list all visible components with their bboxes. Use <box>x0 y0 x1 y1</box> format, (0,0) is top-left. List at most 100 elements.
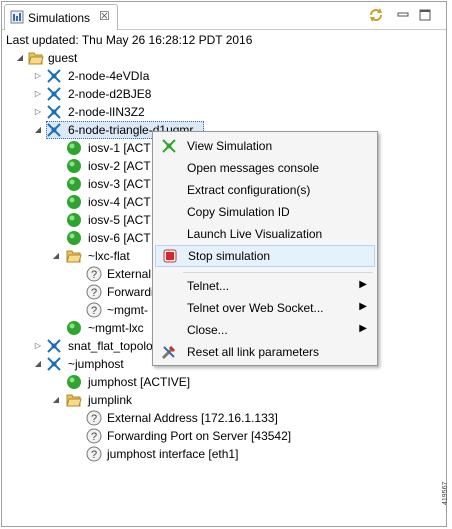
menu-item-label: Extract configuration(s) <box>187 183 311 197</box>
menu-item-stop-simulation[interactable]: Stop simulation <box>155 245 375 267</box>
menu-item-launch-live[interactable]: Launch Live Visualization <box>153 223 377 245</box>
context-menu: View Simulation Open messages console Ex… <box>152 131 378 366</box>
tree-node-simulation[interactable]: ▷ snat_flat_topolo <box>2 337 153 355</box>
tree-node-simulation[interactable]: ▷ 2-node-lIN3Z2 <box>2 103 202 121</box>
submenu-arrow-icon: ▶ <box>359 301 367 312</box>
collapse-icon[interactable]: ◢ <box>51 251 61 261</box>
expand-icon[interactable]: ▷ <box>33 107 43 117</box>
tree-node-device[interactable]: ~mgmt-lxc <box>2 319 152 337</box>
tree-node-property[interactable]: ? External <box>2 265 152 283</box>
tree-label: snat_flat_topolo <box>68 339 153 353</box>
active-node-icon <box>67 321 81 335</box>
simulations-view: Simulations ☒ Last updated: Thu May 26 1… <box>1 1 447 527</box>
menu-item-copy-id[interactable]: Copy Simulation ID <box>153 201 377 223</box>
menu-item-view-simulation[interactable]: View Simulation <box>153 135 377 157</box>
tree-label: jumphost [ACTIVE] <box>88 375 191 389</box>
menu-separator <box>183 272 373 273</box>
tree-label: iosv-1 [ACT <box>88 141 151 155</box>
simulation-topology-icon <box>47 69 61 83</box>
last-updated-status: Last updated: Thu May 26 16:28:12 PDT 20… <box>6 33 253 47</box>
menu-item-telnet[interactable]: Telnet... ▶ <box>153 275 377 297</box>
view-tab-bar: Simulations ☒ <box>2 2 446 30</box>
stop-icon <box>163 249 177 263</box>
svg-text:?: ? <box>91 269 97 281</box>
minimize-icon[interactable] <box>395 7 411 23</box>
tree-node-device[interactable]: iosv-3 [ACT <box>2 175 152 193</box>
tree-label: iosv-3 [ACT <box>88 177 151 191</box>
tree-label: iosv-2 [ACT <box>88 159 151 173</box>
menu-item-extract-config[interactable]: Extract configuration(s) <box>153 179 377 201</box>
simulation-topology-icon <box>47 357 61 371</box>
tree-label: jumphost interface [eth1] <box>107 447 239 461</box>
folder-open-icon <box>66 394 82 407</box>
active-node-icon <box>67 159 81 173</box>
simulation-topology-icon <box>162 139 176 153</box>
tree-node-link[interactable]: ◢ ~lxc-flat <box>2 247 152 265</box>
svg-text:?: ? <box>91 431 97 443</box>
menu-item-label: Launch Live Visualization <box>187 227 323 241</box>
collapse-icon[interactable]: ◢ <box>15 53 25 63</box>
menu-item-reset-links[interactable]: Reset all link parameters <box>153 341 377 363</box>
expand-icon[interactable]: ▷ <box>33 71 43 81</box>
menu-item-label: Reset all link parameters <box>187 345 320 359</box>
tree-node-simulation[interactable]: ▷ 2-node-d2BJE8 <box>2 85 202 103</box>
expand-icon[interactable]: ▷ <box>33 89 43 99</box>
tree-node-device[interactable]: iosv-2 [ACT <box>2 157 152 175</box>
menu-item-label: Copy Simulation ID <box>187 205 290 219</box>
menu-item-open-console[interactable]: Open messages console <box>153 157 377 179</box>
tree-node-device[interactable]: iosv-6 [ACT <box>2 229 152 247</box>
tree-label: 2-node-lIN3Z2 <box>68 105 145 119</box>
tree-node-guest[interactable]: ◢ guest <box>2 49 202 67</box>
tree-node-device[interactable]: iosv-5 [ACT <box>2 211 152 229</box>
tree-label: ~jumphost <box>68 357 124 371</box>
tree-node-simulation[interactable]: ▷ 2-node-4eVDIa <box>2 67 202 85</box>
svg-text:?: ? <box>91 449 97 461</box>
tree-label: External <box>107 267 152 281</box>
tree-label: External Address [172.16.1.133] <box>107 411 278 425</box>
menu-item-label: Stop simulation <box>188 249 271 263</box>
tree-label: ~mgmt-lxc <box>88 321 144 335</box>
tree-node-property[interactable]: ? jumphost interface [eth1] <box>2 445 332 463</box>
help-icon: ? <box>86 302 102 318</box>
tab-title: Simulations <box>28 11 91 25</box>
svg-text:?: ? <box>91 413 97 425</box>
help-icon: ? <box>86 446 102 462</box>
menu-item-telnet-websocket[interactable]: Telnet over Web Socket... ▶ <box>153 297 377 319</box>
tree-label: Forwardi <box>107 285 154 299</box>
expand-icon[interactable]: ▷ <box>33 341 43 351</box>
menu-item-label: Close... <box>187 323 228 337</box>
tree-node-property[interactable]: ? External Address [172.16.1.133] <box>2 409 332 427</box>
reset-tools-icon <box>161 345 176 360</box>
tree-node-property[interactable]: ? Forwarding Port on Server [43542] <box>2 427 332 445</box>
active-node-icon <box>67 195 81 209</box>
tree-node-link[interactable]: ◢ jumplink <box>2 391 252 409</box>
submenu-arrow-icon: ▶ <box>359 279 367 290</box>
tree-label: ~mgmt- <box>107 303 149 317</box>
menu-item-label: Open messages console <box>187 161 320 175</box>
folder-open-icon <box>66 250 82 263</box>
tree-node-device[interactable]: jumphost [ACTIVE] <box>2 373 252 391</box>
tree-label: 2-node-4eVDIa <box>68 69 150 83</box>
tree-node-property[interactable]: ? ~mgmt- <box>2 301 152 319</box>
tab-simulations[interactable]: Simulations ☒ <box>4 4 118 30</box>
simulation-topology-icon <box>47 339 61 353</box>
menu-item-label: Telnet... <box>187 279 230 293</box>
svg-text:?: ? <box>91 287 97 299</box>
tree-node-device[interactable]: iosv-1 [ACT <box>2 139 152 157</box>
maximize-icon[interactable] <box>417 7 433 23</box>
refresh-icon[interactable] <box>368 7 384 23</box>
collapse-icon[interactable]: ◢ <box>51 395 61 405</box>
figure-id-watermark: 419567 <box>442 481 449 505</box>
collapse-icon[interactable]: ◢ <box>33 125 43 135</box>
collapse-icon[interactable]: ◢ <box>33 359 43 369</box>
tree-node-property[interactable]: ? Forwardi <box>2 283 154 301</box>
active-node-icon <box>67 231 81 245</box>
menu-item-close[interactable]: Close... ▶ <box>153 319 377 341</box>
tree-node-device[interactable]: iosv-4 [ACT <box>2 193 152 211</box>
tree-label: 2-node-d2BJE8 <box>68 87 152 101</box>
submenu-arrow-icon: ▶ <box>359 323 367 334</box>
tree-label: iosv-6 [ACT <box>88 231 151 245</box>
close-tab-icon[interactable]: ☒ <box>99 9 110 23</box>
tree-label: Forwarding Port on Server [43542] <box>107 429 292 443</box>
svg-text:?: ? <box>91 305 97 317</box>
